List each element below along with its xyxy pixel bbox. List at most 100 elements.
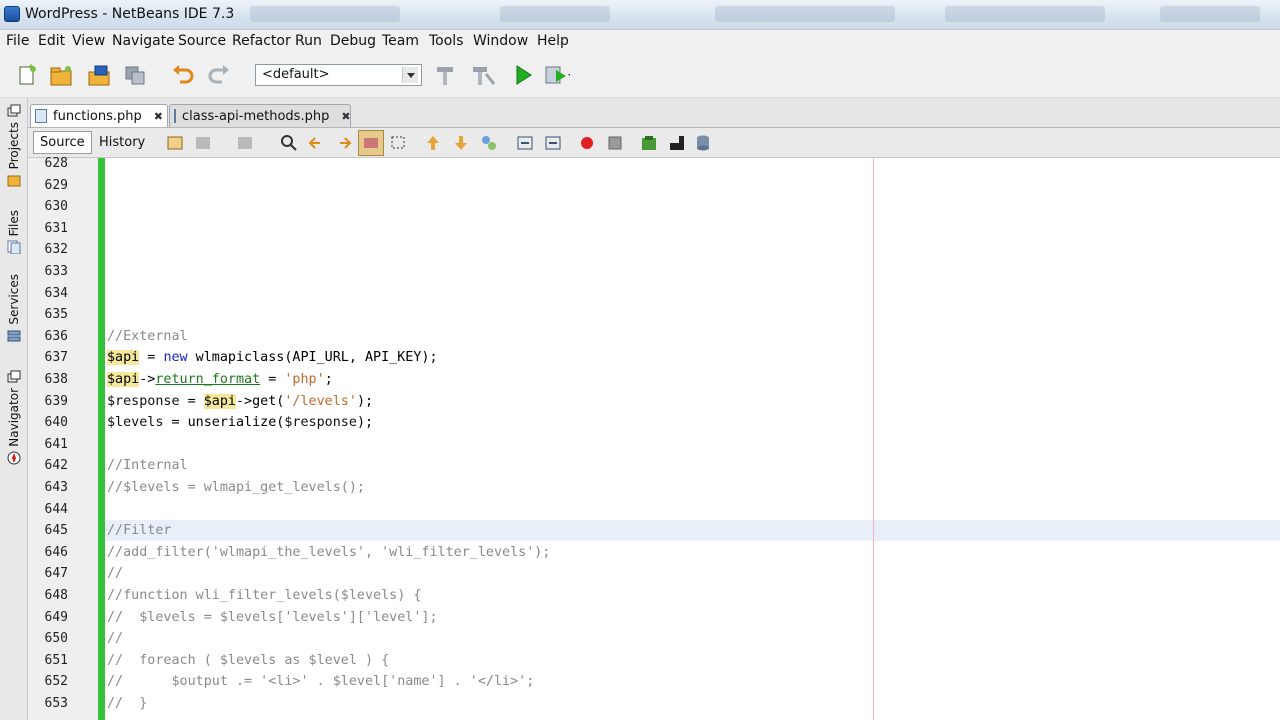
line-number: 650 <box>44 631 68 647</box>
configuration-value: <default> <box>262 67 330 82</box>
menu-debug[interactable]: Debug <box>330 33 376 49</box>
line-number: 634 <box>44 285 68 301</box>
new-project-button[interactable] <box>48 62 74 88</box>
close-icon[interactable]: ✖ <box>154 110 163 123</box>
bookmark-icon <box>482 136 496 150</box>
menu-source[interactable]: Source <box>178 33 226 49</box>
toggle-rectangular-selection-button[interactable] <box>386 130 412 156</box>
netbeans-app-icon <box>4 6 20 22</box>
check-file-button[interactable] <box>636 130 662 156</box>
code-text: //Internal <box>107 458 188 474</box>
menu-refactor[interactable]: Refactor <box>232 33 291 49</box>
record-icon <box>581 137 593 149</box>
source-view-button[interactable]: Source <box>33 131 92 154</box>
shift-right-icon <box>545 136 561 150</box>
last-edit-icon <box>167 136 183 150</box>
line-number: 652 <box>44 674 68 690</box>
code-line: // } <box>107 696 147 711</box>
find-button[interactable] <box>276 130 302 156</box>
uncomment-button[interactable] <box>690 130 716 156</box>
php-file-icon <box>35 109 48 123</box>
code-line: //function wli_filter_levels($levels) { <box>107 588 421 603</box>
configuration-select[interactable]: <default> <box>255 64 422 86</box>
menu-file[interactable]: File <box>6 33 29 49</box>
side-tab-files[interactable]: Files <box>2 206 26 255</box>
build-button[interactable] <box>432 62 458 88</box>
side-tab-projects[interactable]: Projects <box>2 104 26 187</box>
redo-button[interactable] <box>206 62 232 88</box>
shift-right-button[interactable] <box>540 130 566 156</box>
line-number: 647 <box>44 566 68 582</box>
code-text: // <box>107 566 124 582</box>
menu-edit[interactable]: Edit <box>38 33 65 49</box>
debug-project-button[interactable] <box>544 62 570 88</box>
previous-bookmark-icon <box>427 136 439 150</box>
code-text: //add_filter('wlmapi_the_levels', 'wli_f… <box>107 544 551 560</box>
code-line: //Internal <box>107 458 188 473</box>
toggle-bookmark-button[interactable] <box>476 130 502 156</box>
line-number: 644 <box>44 501 68 517</box>
taskbar-ghost <box>715 6 895 22</box>
tab-functions-php[interactable]: functions.php ✖ <box>30 104 168 127</box>
rectangle-selection-icon <box>391 136 405 149</box>
menu-run[interactable]: Run <box>295 33 322 49</box>
redo-icon <box>208 65 229 84</box>
code-text: // } <box>107 696 148 711</box>
find-previous-icon <box>308 137 320 149</box>
menu-help[interactable]: Help <box>537 33 569 49</box>
run-project-button[interactable] <box>510 62 536 88</box>
menu-window[interactable]: Window <box>473 33 528 49</box>
new-project-icon <box>50 66 72 86</box>
side-tab-navigator[interactable]: Navigator <box>2 370 26 465</box>
undo-button[interactable] <box>170 62 196 88</box>
files-icon <box>7 240 21 255</box>
clean-build-button[interactable] <box>470 62 496 88</box>
debug-icon <box>545 66 570 84</box>
new-file-button[interactable] <box>14 62 40 88</box>
menu-tools[interactable]: Tools <box>429 33 464 49</box>
code-line: // foreach ( $levels as $level ) { <box>107 653 389 668</box>
line-number: 636 <box>44 328 68 344</box>
line-number: 639 <box>44 393 68 409</box>
start-macro-button[interactable] <box>574 130 600 156</box>
code-line: $api = new wlmapiclass(API_URL, API_KEY)… <box>107 350 438 366</box>
forward-button[interactable] <box>232 130 258 156</box>
shift-left-button[interactable] <box>512 130 538 156</box>
stop-macro-button[interactable] <box>602 130 628 156</box>
menu-view[interactable]: View <box>72 33 105 49</box>
comment-button[interactable] <box>664 130 690 156</box>
previous-bookmark-button[interactable] <box>420 130 446 156</box>
code-line: // <box>107 566 123 581</box>
line-number: 628 <box>44 156 68 171</box>
side-tab-services[interactable]: Services <box>2 270 26 343</box>
next-bookmark-button[interactable] <box>448 130 474 156</box>
tab-label: functions.php <box>53 108 142 124</box>
current-line-highlight <box>105 520 1280 541</box>
close-icon[interactable]: ✖ <box>341 110 350 123</box>
tab-class-api-methods-php[interactable]: class-api-methods.php ✖ <box>169 104 351 127</box>
menu-navigate[interactable]: Navigate <box>112 33 175 49</box>
back-icon <box>196 137 210 149</box>
taskbar-ghost <box>945 6 1105 22</box>
history-view-button[interactable]: History <box>93 131 151 154</box>
find-next-button[interactable] <box>330 130 356 156</box>
next-bookmark-icon <box>455 136 467 150</box>
php-file-icon <box>174 109 176 123</box>
menu-team[interactable]: Team <box>382 33 419 49</box>
toggle-highlight-button[interactable] <box>358 130 384 156</box>
search-icon <box>281 135 297 151</box>
code-line: $levels = unserialize($response); <box>107 415 374 431</box>
line-number: 649 <box>44 609 68 625</box>
back-button[interactable] <box>190 130 216 156</box>
last-edit-button[interactable] <box>162 130 188 156</box>
code-line: $response = $api->get('/levels'); <box>107 393 374 409</box>
code-editor[interactable]: 628 629 630 631 632 633 634 635 636 637 … <box>28 156 1280 720</box>
find-previous-button[interactable] <box>304 130 330 156</box>
code-line: // <box>107 631 123 646</box>
open-project-button[interactable] <box>86 62 112 88</box>
code-text: //$levels = wlmapi_get_levels(); <box>107 480 365 495</box>
clean-build-icon <box>473 67 496 85</box>
close-project-button[interactable] <box>122 62 148 88</box>
shift-left-icon <box>517 136 533 150</box>
taskbar-ghost <box>500 6 610 22</box>
